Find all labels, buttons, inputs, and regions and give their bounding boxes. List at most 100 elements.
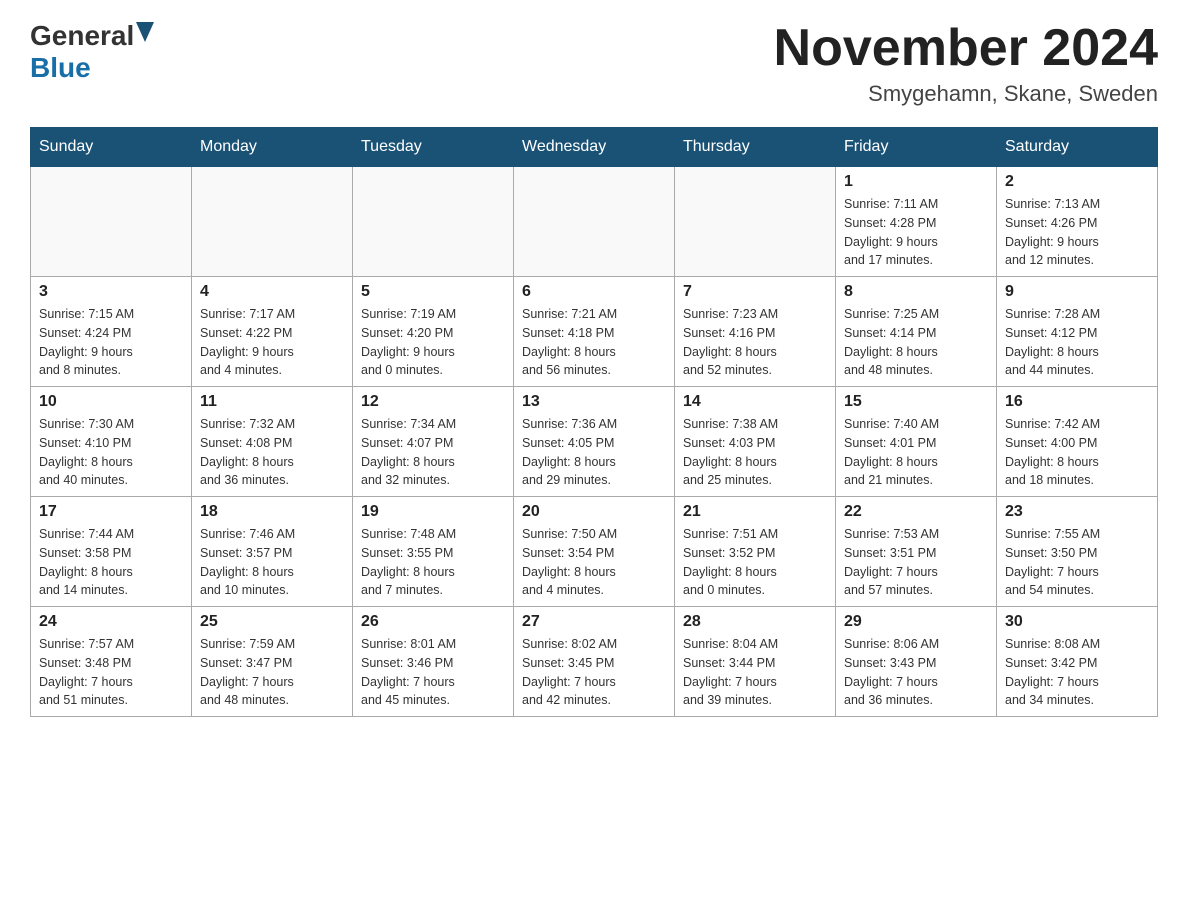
- logo-arrow-icon: [136, 22, 154, 47]
- calendar-day-cell: 5 Sunrise: 7:19 AMSunset: 4:20 PMDaylight…: [353, 277, 514, 387]
- calendar-day-cell: 9 Sunrise: 7:28 AMSunset: 4:12 PMDaylight…: [997, 277, 1158, 387]
- calendar-week-row: 10 Sunrise: 7:30 AMSunset: 4:10 PMDayligh…: [31, 387, 1158, 497]
- day-of-week-header: Wednesday: [514, 128, 675, 167]
- day-number: 24: [39, 613, 183, 631]
- day-of-week-header: Saturday: [997, 128, 1158, 167]
- calendar-week-row: 24 Sunrise: 7:57 AMSunset: 3:48 PMDayligh…: [31, 607, 1158, 717]
- day-info: Sunrise: 7:17 AMSunset: 4:22 PMDaylight:…: [200, 305, 344, 380]
- calendar-day-cell: 21 Sunrise: 7:51 AMSunset: 3:52 PMDayligh…: [675, 497, 836, 607]
- calendar-day-cell: 19 Sunrise: 7:48 AMSunset: 3:55 PMDayligh…: [353, 497, 514, 607]
- day-number: 8: [844, 283, 988, 301]
- day-info: Sunrise: 7:59 AMSunset: 3:47 PMDaylight:…: [200, 635, 344, 710]
- day-number: 4: [200, 283, 344, 301]
- logo-general-text: General: [30, 20, 134, 52]
- day-of-week-header: Monday: [192, 128, 353, 167]
- day-info: Sunrise: 7:36 AMSunset: 4:05 PMDaylight:…: [522, 415, 666, 490]
- calendar-day-cell: 16 Sunrise: 7:42 AMSunset: 4:00 PMDayligh…: [997, 387, 1158, 497]
- calendar-day-cell: 4 Sunrise: 7:17 AMSunset: 4:22 PMDaylight…: [192, 277, 353, 387]
- logo-blue-text: Blue: [30, 52, 91, 84]
- calendar-day-cell: 26 Sunrise: 8:01 AMSunset: 3:46 PMDayligh…: [353, 607, 514, 717]
- header: General Blue November 2024 Smygehamn, Sk…: [30, 20, 1158, 107]
- day-number: 2: [1005, 173, 1149, 191]
- day-number: 12: [361, 393, 505, 411]
- day-info: Sunrise: 7:40 AMSunset: 4:01 PMDaylight:…: [844, 415, 988, 490]
- day-info: Sunrise: 7:50 AMSunset: 3:54 PMDaylight:…: [522, 525, 666, 600]
- day-number: 6: [522, 283, 666, 301]
- day-number: 20: [522, 503, 666, 521]
- day-info: Sunrise: 7:38 AMSunset: 4:03 PMDaylight:…: [683, 415, 827, 490]
- day-number: 7: [683, 283, 827, 301]
- day-info: Sunrise: 7:23 AMSunset: 4:16 PMDaylight:…: [683, 305, 827, 380]
- calendar-day-cell: 13 Sunrise: 7:36 AMSunset: 4:05 PMDayligh…: [514, 387, 675, 497]
- day-info: Sunrise: 8:04 AMSunset: 3:44 PMDaylight:…: [683, 635, 827, 710]
- day-number: 3: [39, 283, 183, 301]
- month-title: November 2024: [774, 20, 1158, 77]
- day-number: 18: [200, 503, 344, 521]
- calendar-header-row: SundayMondayTuesdayWednesdayThursdayFrid…: [31, 128, 1158, 167]
- logo: General Blue: [30, 20, 154, 84]
- calendar-day-cell: 15 Sunrise: 7:40 AMSunset: 4:01 PMDayligh…: [836, 387, 997, 497]
- calendar-day-cell: 7 Sunrise: 7:23 AMSunset: 4:16 PMDaylight…: [675, 277, 836, 387]
- calendar-day-cell: 1Sunrise: 7:11 AMSunset: 4:28 PMDaylight…: [836, 167, 997, 277]
- day-number: 19: [361, 503, 505, 521]
- calendar-day-cell: [675, 167, 836, 277]
- day-of-week-header: Friday: [836, 128, 997, 167]
- calendar-day-cell: 6 Sunrise: 7:21 AMSunset: 4:18 PMDaylight…: [514, 277, 675, 387]
- day-number: 21: [683, 503, 827, 521]
- day-number: 14: [683, 393, 827, 411]
- day-info: Sunrise: 7:57 AMSunset: 3:48 PMDaylight:…: [39, 635, 183, 710]
- day-number: 29: [844, 613, 988, 631]
- calendar-day-cell: 27 Sunrise: 8:02 AMSunset: 3:45 PMDayligh…: [514, 607, 675, 717]
- calendar-day-cell: 25Sunrise: 7:59 AMSunset: 3:47 PMDayligh…: [192, 607, 353, 717]
- day-info: Sunrise: 7:28 AMSunset: 4:12 PMDaylight:…: [1005, 305, 1149, 380]
- day-number: 27: [522, 613, 666, 631]
- day-info: Sunrise: 7:44 AMSunset: 3:58 PMDaylight:…: [39, 525, 183, 600]
- day-info: Sunrise: 7:13 AMSunset: 4:26 PMDaylight:…: [1005, 195, 1149, 270]
- day-info: Sunrise: 7:30 AMSunset: 4:10 PMDaylight:…: [39, 415, 183, 490]
- day-number: 16: [1005, 393, 1149, 411]
- calendar-day-cell: 20 Sunrise: 7:50 AMSunset: 3:54 PMDayligh…: [514, 497, 675, 607]
- calendar-day-cell: 29 Sunrise: 8:06 AMSunset: 3:43 PMDayligh…: [836, 607, 997, 717]
- day-number: 11: [200, 393, 344, 411]
- day-number: 10: [39, 393, 183, 411]
- calendar-day-cell: 2 Sunrise: 7:13 AMSunset: 4:26 PMDaylight…: [997, 167, 1158, 277]
- day-info: Sunrise: 7:19 AMSunset: 4:20 PMDaylight:…: [361, 305, 505, 380]
- calendar-day-cell: 22Sunrise: 7:53 AMSunset: 3:51 PMDayligh…: [836, 497, 997, 607]
- day-number: 17: [39, 503, 183, 521]
- day-number: 26: [361, 613, 505, 631]
- location-text: Smygehamn, Skane, Sweden: [774, 81, 1158, 107]
- calendar-day-cell: 12Sunrise: 7:34 AMSunset: 4:07 PMDayligh…: [353, 387, 514, 497]
- day-of-week-header: Thursday: [675, 128, 836, 167]
- calendar-day-cell: 28 Sunrise: 8:04 AMSunset: 3:44 PMDayligh…: [675, 607, 836, 717]
- calendar-week-row: 1Sunrise: 7:11 AMSunset: 4:28 PMDaylight…: [31, 167, 1158, 277]
- day-info: Sunrise: 8:02 AMSunset: 3:45 PMDaylight:…: [522, 635, 666, 710]
- day-number: 9: [1005, 283, 1149, 301]
- day-info: Sunrise: 8:06 AMSunset: 3:43 PMDaylight:…: [844, 635, 988, 710]
- calendar-day-cell: 24 Sunrise: 7:57 AMSunset: 3:48 PMDayligh…: [31, 607, 192, 717]
- day-of-week-header: Sunday: [31, 128, 192, 167]
- calendar-day-cell: 30Sunrise: 8:08 AMSunset: 3:42 PMDayligh…: [997, 607, 1158, 717]
- calendar-week-row: 17 Sunrise: 7:44 AMSunset: 3:58 PMDayligh…: [31, 497, 1158, 607]
- calendar-day-cell: [353, 167, 514, 277]
- calendar-day-cell: 8Sunrise: 7:25 AMSunset: 4:14 PMDaylight…: [836, 277, 997, 387]
- day-number: 13: [522, 393, 666, 411]
- calendar-day-cell: [31, 167, 192, 277]
- day-info: Sunrise: 7:53 AMSunset: 3:51 PMDaylight:…: [844, 525, 988, 600]
- day-info: Sunrise: 8:08 AMSunset: 3:42 PMDaylight:…: [1005, 635, 1149, 710]
- day-number: 5: [361, 283, 505, 301]
- day-info: Sunrise: 7:48 AMSunset: 3:55 PMDaylight:…: [361, 525, 505, 600]
- day-info: Sunrise: 8:01 AMSunset: 3:46 PMDaylight:…: [361, 635, 505, 710]
- calendar-day-cell: [192, 167, 353, 277]
- day-number: 15: [844, 393, 988, 411]
- calendar: SundayMondayTuesdayWednesdayThursdayFrid…: [30, 127, 1158, 717]
- calendar-day-cell: [514, 167, 675, 277]
- calendar-day-cell: 18Sunrise: 7:46 AMSunset: 3:57 PMDayligh…: [192, 497, 353, 607]
- calendar-day-cell: 11Sunrise: 7:32 AMSunset: 4:08 PMDayligh…: [192, 387, 353, 497]
- day-info: Sunrise: 7:21 AMSunset: 4:18 PMDaylight:…: [522, 305, 666, 380]
- calendar-week-row: 3Sunrise: 7:15 AMSunset: 4:24 PMDaylight…: [31, 277, 1158, 387]
- day-number: 28: [683, 613, 827, 631]
- day-info: Sunrise: 7:55 AMSunset: 3:50 PMDaylight:…: [1005, 525, 1149, 600]
- day-of-week-header: Tuesday: [353, 128, 514, 167]
- day-info: Sunrise: 7:42 AMSunset: 4:00 PMDaylight:…: [1005, 415, 1149, 490]
- day-info: Sunrise: 7:51 AMSunset: 3:52 PMDaylight:…: [683, 525, 827, 600]
